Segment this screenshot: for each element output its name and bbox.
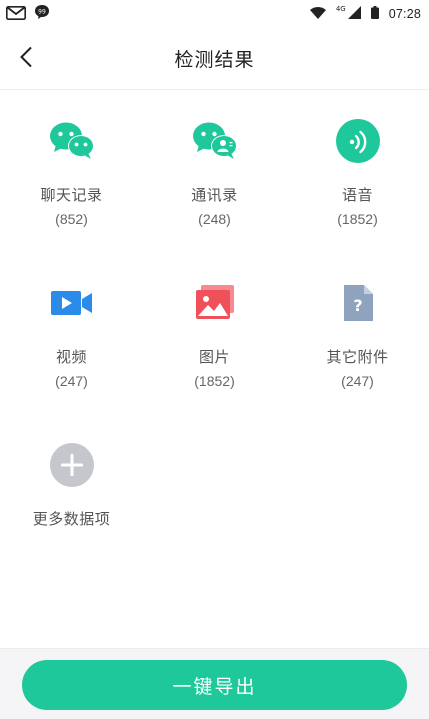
file-unknown-icon: ? <box>335 280 381 326</box>
item-label: 聊天记录 <box>40 186 103 204</box>
item-chat-records[interactable]: 聊天记录 (852) <box>0 118 143 238</box>
item-label: 通讯录 <box>191 186 238 204</box>
item-images[interactable]: 图片 (1852) <box>143 280 286 400</box>
item-label: 其它附件 <box>326 348 389 366</box>
item-contacts[interactable]: 通讯录 (248) <box>143 118 286 238</box>
item-count: (248) <box>198 211 231 227</box>
status-time: 07:28 <box>388 7 421 21</box>
gmail-icon <box>6 5 26 24</box>
add-more-icon <box>49 442 95 488</box>
item-other-attachments[interactable]: ? 其它附件 (247) <box>286 280 429 400</box>
bottom-bar: 一键导出 <box>0 648 429 719</box>
chat-bubble-icon: 99 <box>34 4 50 24</box>
export-all-button[interactable]: 一键导出 <box>22 660 407 710</box>
header: 检测结果 <box>0 28 429 90</box>
item-voice[interactable]: 语音 (1852) <box>286 118 429 238</box>
chevron-left-icon <box>19 46 33 72</box>
item-label: 更多数据项 <box>32 510 111 528</box>
item-label: 图片 <box>198 348 230 366</box>
item-label: 视频 <box>55 348 87 366</box>
wechat-icon <box>49 118 95 164</box>
status-right: 4G 07:28 <box>309 5 421 22</box>
status-left: 99 <box>6 4 50 24</box>
status-bar: 99 4G 07:28 <box>0 0 429 28</box>
item-count: (1852) <box>337 211 378 227</box>
item-count: (247) <box>55 373 88 389</box>
svg-text:?: ? <box>353 296 362 315</box>
item-more-data[interactable]: 更多数据项 <box>0 442 143 562</box>
image-icon <box>192 280 238 326</box>
voice-icon <box>335 118 381 164</box>
video-icon <box>49 280 95 326</box>
svg-text:99: 99 <box>38 9 46 16</box>
battery-icon <box>370 6 379 22</box>
wechat-contacts-icon <box>192 118 238 164</box>
back-button[interactable] <box>10 42 42 76</box>
item-count: (1852) <box>194 373 235 389</box>
network-type-label: 4G <box>335 5 346 13</box>
item-label: 语音 <box>341 186 373 204</box>
item-count: (247) <box>341 373 374 389</box>
wifi-icon <box>309 6 326 22</box>
item-count: (852) <box>55 211 88 227</box>
item-video[interactable]: 视频 (247) <box>0 280 143 400</box>
page-title: 检测结果 <box>174 49 255 71</box>
signal-icon <box>347 6 361 22</box>
